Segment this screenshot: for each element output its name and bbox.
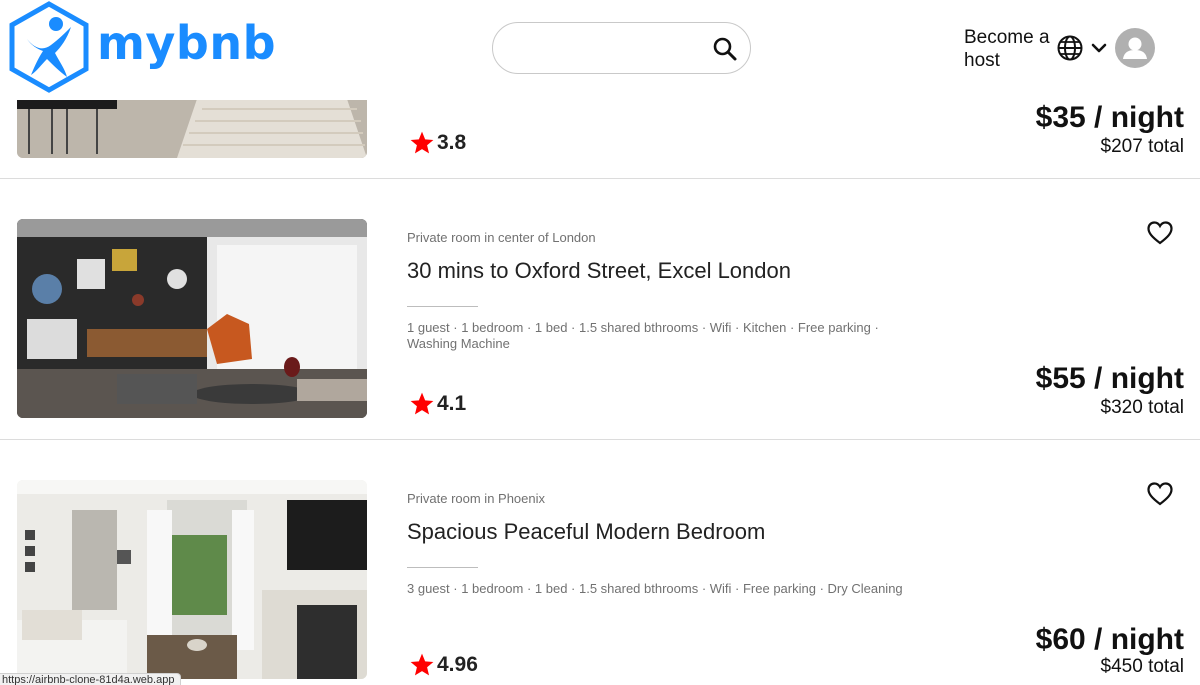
listing-image	[17, 219, 367, 418]
search-input[interactable]	[511, 33, 701, 63]
listing-rating: 4.1	[409, 391, 466, 417]
listing-amenities: 3 guest · 1 bedroom · 1 bed · 1.5 shared…	[407, 581, 903, 596]
listing-photo[interactable]	[17, 480, 367, 679]
listing-title[interactable]: 30 mins to Oxford Street, Excel London	[407, 258, 791, 284]
top-header: mybnb Become a host	[0, 0, 1200, 100]
nightly-price: $35 / night	[1035, 101, 1184, 134]
listing-subtitle: Private room in Phoenix	[407, 491, 546, 506]
search-icon[interactable]	[712, 36, 738, 62]
brand-name: mybnb	[97, 16, 277, 70]
globe-icon[interactable]	[1056, 34, 1084, 62]
star-icon	[410, 392, 434, 415]
chevron-down-icon[interactable]	[1089, 38, 1109, 58]
total-price: $450 total	[1100, 656, 1184, 677]
title-underline	[407, 567, 478, 568]
listing-photo[interactable]	[17, 219, 367, 418]
heart-icon[interactable]	[1146, 220, 1174, 246]
listing-subtitle: Private room in center of London	[407, 230, 596, 245]
listing-image	[17, 480, 367, 679]
listing-rating: 4.96	[409, 652, 478, 678]
link-status-url: https://airbnb-clone-81d4a.web.app	[0, 673, 182, 685]
search-bar[interactable]	[492, 22, 751, 74]
logo-icon	[9, 1, 89, 93]
listing-amenities: 1 guest · 1 bedroom · 1 bed · 1.5 shared…	[407, 320, 879, 351]
total-price: $207 total	[1100, 136, 1184, 157]
total-price: $320 total	[1100, 397, 1184, 418]
user-avatar-icon[interactable]	[1115, 28, 1155, 68]
nightly-price: $60 / night	[1035, 623, 1184, 656]
title-underline	[407, 306, 478, 307]
listing-title[interactable]: Spacious Peaceful Modern Bedroom	[407, 519, 765, 545]
heart-icon[interactable]	[1146, 481, 1174, 507]
rating-value: 3.8	[437, 131, 467, 154]
star-icon	[410, 131, 434, 154]
listing-rating: 3.8	[409, 130, 466, 156]
rating-value: 4.96	[437, 653, 478, 676]
brand-logo[interactable]: mybnb	[7, 1, 276, 93]
star-icon	[410, 653, 434, 676]
listing-divider	[0, 178, 1200, 179]
become-host-link[interactable]: Become a host	[964, 26, 1056, 72]
rating-value: 4.1	[437, 392, 467, 415]
listing-divider	[0, 439, 1200, 440]
nightly-price: $55 / night	[1035, 362, 1184, 395]
person-icon	[1123, 37, 1147, 59]
